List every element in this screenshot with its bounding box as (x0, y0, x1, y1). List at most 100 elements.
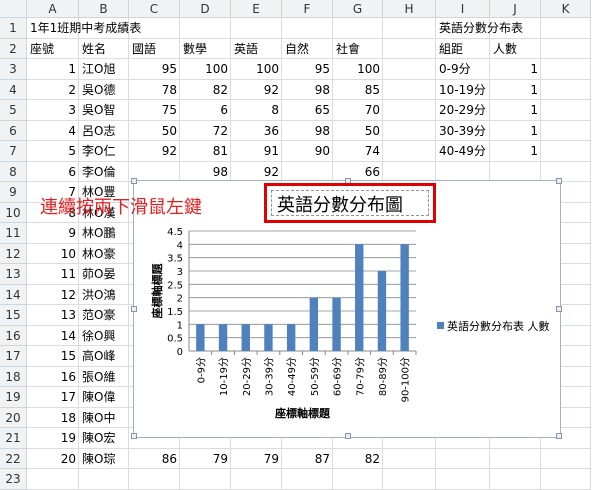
chart-title-box[interactable]: 英語分數分布圖 (264, 183, 436, 223)
grid-cell[interactable] (383, 120, 436, 141)
column-header-J[interactable]: J (490, 0, 541, 18)
row-header-4[interactable]: 4 (0, 79, 27, 100)
row-header-3[interactable]: 3 (0, 59, 27, 80)
range-cell[interactable]: 0-9分 (436, 59, 490, 80)
score-cell[interactable]: 19 (27, 428, 79, 449)
score-cell[interactable]: 65 (282, 100, 333, 121)
row-header-1[interactable]: 1 (0, 18, 27, 39)
resize-handle[interactable] (556, 433, 562, 439)
column-header-G[interactable]: G (333, 0, 383, 18)
resize-handle[interactable] (556, 306, 562, 312)
column-header-D[interactable]: D (180, 0, 231, 18)
row-header-6[interactable]: 6 (0, 120, 27, 141)
score-cell[interactable]: 98 (282, 121, 333, 142)
name-cell[interactable]: 吳O德 (79, 80, 129, 101)
header-cell[interactable]: 國語 (129, 39, 180, 60)
name-cell[interactable]: 林O鵬 (79, 223, 129, 244)
score-cell[interactable]: 11 (27, 264, 79, 285)
name-cell[interactable]: 范O豪 (79, 305, 129, 326)
count-cell[interactable]: 1 (490, 141, 541, 162)
grid-cell[interactable] (541, 59, 591, 80)
header-cell[interactable]: 姓名 (79, 39, 129, 60)
score-cell[interactable]: 50 (129, 121, 180, 142)
name-cell[interactable]: 高O峰 (79, 346, 129, 367)
score-cell[interactable]: 5 (27, 141, 79, 162)
row-header-19[interactable]: 19 (0, 387, 27, 408)
header-cell[interactable]: 數學 (180, 39, 231, 60)
grid-cell[interactable] (282, 18, 333, 39)
score-cell[interactable]: 91 (231, 141, 282, 162)
score-cell[interactable]: 100 (333, 59, 383, 80)
grid-cell[interactable] (383, 79, 436, 100)
name-cell[interactable]: 陳O琮 (79, 449, 129, 470)
column-header-K[interactable]: K (541, 0, 591, 18)
range-cell[interactable]: 20-29分 (436, 100, 490, 121)
row-header-8[interactable]: 8 (0, 161, 27, 182)
grid-cell[interactable] (541, 141, 591, 162)
grid-cell[interactable] (333, 469, 383, 490)
name-cell[interactable]: 陳O偉 (79, 387, 129, 408)
grid-cell[interactable] (541, 469, 591, 490)
grid-cell[interactable] (490, 161, 541, 182)
resize-handle[interactable] (556, 178, 562, 184)
grid-cell[interactable] (129, 469, 180, 490)
score-cell[interactable]: 8 (231, 100, 282, 121)
name-cell[interactable]: 李O倫 (79, 162, 129, 183)
score-cell[interactable]: 79 (231, 449, 282, 470)
resize-handle[interactable] (131, 433, 137, 439)
column-header-F[interactable]: F (282, 0, 333, 18)
row-header-9[interactable]: 9 (0, 182, 27, 203)
grid-cell[interactable] (27, 469, 79, 490)
score-cell[interactable]: 15 (27, 346, 79, 367)
grid-cell[interactable] (282, 469, 333, 490)
grid-cell[interactable] (383, 469, 436, 490)
score-cell[interactable]: 86 (129, 449, 180, 470)
column-header-C[interactable]: C (129, 0, 180, 18)
score-cell[interactable]: 3 (27, 100, 79, 121)
count-cell[interactable]: 1 (490, 80, 541, 101)
count-cell[interactable]: 1 (490, 121, 541, 142)
chart-title[interactable]: 英語分數分布圖 (277, 191, 403, 217)
score-cell[interactable]: 16 (27, 367, 79, 388)
row-header-20[interactable]: 20 (0, 407, 27, 428)
column-header-A[interactable]: A (27, 0, 79, 18)
grid-cell[interactable] (383, 141, 436, 162)
count-cell[interactable]: 1 (490, 59, 541, 80)
header-cell[interactable]: 社會 (333, 39, 383, 60)
header-cell[interactable]: 英語 (231, 39, 282, 60)
score-cell[interactable]: 100 (231, 59, 282, 80)
score-cell[interactable]: 70 (333, 100, 383, 121)
row-header-10[interactable]: 10 (0, 202, 27, 223)
score-cell[interactable]: 79 (180, 449, 231, 470)
score-cell[interactable]: 6 (27, 162, 79, 183)
row-header-13[interactable]: 13 (0, 264, 27, 285)
grid-cell[interactable] (383, 448, 436, 469)
row-header-11[interactable]: 11 (0, 223, 27, 244)
sheet-title-cell[interactable]: 1年1班期中考成績表 (27, 18, 141, 39)
name-cell[interactable]: 呂O志 (79, 121, 129, 142)
name-cell[interactable]: 吳O智 (79, 100, 129, 121)
grid-cell[interactable] (541, 79, 591, 100)
resize-handle[interactable] (131, 178, 137, 184)
row-header-15[interactable]: 15 (0, 305, 27, 326)
grid-cell[interactable] (436, 161, 490, 182)
range-cell[interactable]: 30-39分 (436, 121, 490, 142)
distribution-header-cell[interactable]: 人數 (490, 39, 541, 60)
score-cell[interactable]: 12 (27, 285, 79, 306)
row-header-22[interactable]: 22 (0, 448, 27, 469)
header-cell[interactable]: 自然 (282, 39, 333, 60)
row-header-23[interactable]: 23 (0, 469, 27, 490)
grid-cell[interactable] (231, 469, 282, 490)
name-cell[interactable]: 徐O興 (79, 326, 129, 347)
score-cell[interactable]: 6 (180, 100, 231, 121)
count-cell[interactable]: 1 (490, 100, 541, 121)
grid-cell[interactable] (383, 100, 436, 121)
range-cell[interactable]: 10-19分 (436, 80, 490, 101)
name-cell[interactable]: 陳O宏 (79, 428, 129, 449)
name-cell[interactable]: 茆O晏 (79, 264, 129, 285)
name-cell[interactable]: 江O旭 (79, 59, 129, 80)
grid-cell[interactable] (333, 18, 383, 39)
score-cell[interactable]: 74 (333, 141, 383, 162)
grid-cell[interactable] (436, 469, 490, 490)
row-header-16[interactable]: 16 (0, 325, 27, 346)
